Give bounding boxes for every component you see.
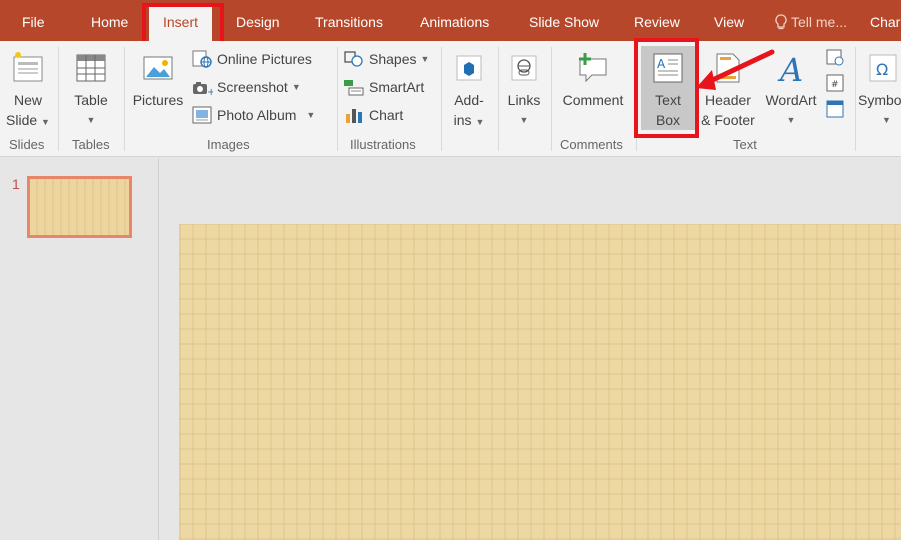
screenshot-label: Screenshot — [217, 79, 288, 95]
tab-truncated[interactable]: Char — [870, 14, 900, 30]
chevron-down-icon: ▼ — [41, 117, 50, 127]
svg-text:A: A — [777, 51, 803, 85]
new-slide-label-2: Slide — [6, 112, 38, 128]
group-divider — [58, 47, 59, 151]
tab-review[interactable]: Review — [634, 14, 680, 30]
group-label-text: Text — [733, 137, 757, 152]
links-button[interactable]: Links ▼ — [503, 51, 545, 130]
add-ins-icon — [456, 55, 482, 81]
links-label: Links — [507, 92, 541, 108]
smartart-button[interactable]: SmartArt — [343, 78, 424, 96]
chart-icon — [346, 109, 362, 123]
header-footer-label-2: & Footer — [701, 112, 755, 128]
slide-canvas[interactable] — [179, 224, 901, 540]
tab-file[interactable]: File — [22, 14, 45, 30]
add-ins-button[interactable]: Add- ins ▼ — [447, 51, 491, 132]
tab-home[interactable]: Home — [91, 14, 128, 30]
tab-view[interactable]: View — [714, 14, 744, 30]
smartart-icon — [344, 80, 364, 96]
add-ins-label-2: ins — [453, 112, 472, 128]
shapes-icon — [344, 51, 363, 67]
chevron-down-icon: ▼ — [291, 82, 301, 92]
ribbon-tab-bar: File Home Insert Design Transitions Anim… — [0, 0, 901, 41]
new-slide-icon — [13, 52, 43, 82]
omega-icon: Ω — [869, 54, 897, 82]
group-divider — [441, 47, 442, 151]
tab-transitions[interactable]: Transitions — [315, 14, 383, 30]
photo-album-label: Photo Album — [217, 107, 297, 123]
group-label-images: Images — [207, 137, 250, 152]
chevron-down-icon: ▼ — [86, 115, 96, 125]
chevron-down-icon: ▼ — [475, 117, 485, 127]
online-pictures-label: Online Pictures — [217, 51, 312, 67]
svg-text:+: + — [207, 87, 213, 96]
table-icon — [76, 54, 106, 82]
date-time-icon[interactable] — [825, 47, 845, 67]
group-label-slides: Slides — [9, 137, 45, 152]
comment-label: Comment — [562, 92, 624, 108]
smartart-label: SmartArt — [369, 79, 425, 95]
group-divider — [855, 47, 856, 151]
screenshot-icon: + — [193, 82, 213, 96]
links-icon — [511, 55, 537, 81]
slide-thumbnails-pane: 1 — [0, 158, 159, 540]
chevron-down-icon: ▼ — [306, 110, 316, 120]
tell-me-label: Tell me... — [791, 14, 848, 30]
slide-number: 1 — [12, 176, 20, 192]
annotation-arrow-icon — [696, 49, 775, 90]
chevron-down-icon: ▼ — [420, 54, 430, 64]
chevron-down-icon: ▼ — [882, 115, 891, 125]
add-ins-label-1: Add- — [454, 92, 484, 108]
svg-text:Ω: Ω — [876, 60, 888, 79]
online-pictures-button[interactable]: Online Pictures — [191, 50, 312, 68]
tell-me-search[interactable]: Tell me... — [775, 14, 847, 30]
symbols-label: Symbo — [858, 92, 901, 108]
chart-button[interactable]: Chart — [343, 106, 403, 124]
shapes-button[interactable]: Shapes ▼ — [343, 50, 429, 68]
svg-text:#: # — [831, 80, 839, 90]
tab-design[interactable]: Design — [236, 14, 280, 30]
tab-slide-show[interactable]: Slide Show — [529, 14, 599, 30]
chart-label: Chart — [369, 107, 404, 123]
pictures-label: Pictures — [132, 92, 184, 108]
pictures-icon — [143, 56, 173, 80]
screenshot-button[interactable]: + Screenshot ▼ — [191, 78, 301, 96]
photo-album-icon — [192, 106, 212, 124]
tab-animations[interactable]: Animations — [420, 14, 489, 30]
group-label-tables: Tables — [72, 137, 110, 152]
group-divider — [124, 47, 125, 151]
pictures-button[interactable]: Pictures — [130, 51, 186, 110]
table-button[interactable]: Table ▼ — [68, 51, 114, 130]
online-pictures-icon — [192, 50, 212, 68]
chevron-down-icon: ▼ — [786, 115, 796, 125]
shapes-label: Shapes — [369, 51, 417, 67]
slide-thumbnail[interactable] — [27, 176, 132, 238]
group-label-comments: Comments — [560, 137, 623, 152]
lightbulb-icon — [775, 14, 787, 30]
chevron-down-icon: ▼ — [519, 115, 529, 125]
table-label: Table — [74, 92, 108, 108]
group-divider — [337, 47, 338, 151]
photo-album-button[interactable]: Photo Album ▼ — [191, 106, 315, 124]
new-slide-button[interactable]: New Slide ▼ — [6, 51, 50, 132]
new-slide-label-1: New — [13, 92, 42, 108]
symbols-button[interactable]: Ω Symbo ▼ — [858, 51, 901, 130]
comment-button[interactable]: Comment — [556, 51, 630, 110]
group-divider — [498, 47, 499, 151]
object-icon[interactable] — [825, 99, 845, 119]
group-label-illustrations: Illustrations — [350, 137, 416, 152]
text-small-buttons: # — [825, 47, 847, 119]
group-divider — [551, 47, 552, 151]
comment-icon — [579, 53, 607, 83]
slide-number-icon[interactable]: # — [825, 73, 845, 93]
